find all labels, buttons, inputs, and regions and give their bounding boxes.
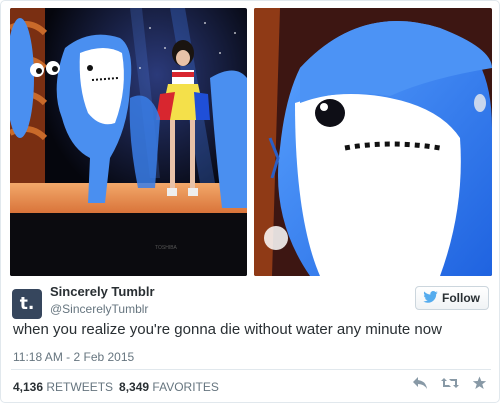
favorites-stat[interactable]: 8,349 FAVORITES bbox=[119, 380, 219, 394]
favorites-label: FAVORITES bbox=[152, 380, 219, 394]
retweets-count: 4,136 bbox=[13, 380, 44, 394]
tweet-actions bbox=[412, 376, 487, 395]
retweets-label: RETWEETS bbox=[46, 380, 114, 394]
tweet-card: TOSHIBA t. Sincerely Tumblr @SincerelyTu… bbox=[0, 0, 500, 403]
divider bbox=[11, 369, 491, 370]
tweet-timestamp[interactable]: 11:18 AM - 2 Feb 2015 bbox=[13, 350, 134, 364]
author-name[interactable]: Sincerely Tumblr bbox=[50, 284, 155, 299]
tweet-text: when you realize you're gonna die withou… bbox=[13, 321, 442, 338]
reply-icon[interactable] bbox=[412, 376, 428, 395]
retweets-stat[interactable]: 4,136 RETWEETS bbox=[13, 380, 113, 394]
follow-button[interactable]: Follow bbox=[415, 286, 489, 310]
left-photo: TOSHIBA bbox=[10, 8, 247, 276]
avatar-letter: t. bbox=[19, 294, 35, 314]
tweet-media[interactable]: TOSHIBA bbox=[10, 8, 492, 276]
follow-label: Follow bbox=[442, 291, 480, 305]
star-icon[interactable] bbox=[472, 376, 487, 395]
tweet-author: t. Sincerely Tumblr @SincerelyTumblr Fol… bbox=[10, 284, 492, 320]
retweet-icon[interactable] bbox=[440, 376, 460, 395]
favorites-count: 8,349 bbox=[119, 380, 150, 394]
right-photo bbox=[254, 8, 492, 276]
bird-icon bbox=[423, 290, 438, 306]
author-avatar[interactable]: t. bbox=[12, 289, 42, 319]
tweet-photo: TOSHIBA bbox=[10, 8, 492, 276]
tv-brand: TOSHIBA bbox=[155, 245, 178, 251]
tweet-stats: 4,136 RETWEETS 8,349 FAVORITES bbox=[13, 380, 219, 394]
author-handle[interactable]: @SincerelyTumblr bbox=[50, 302, 148, 316]
